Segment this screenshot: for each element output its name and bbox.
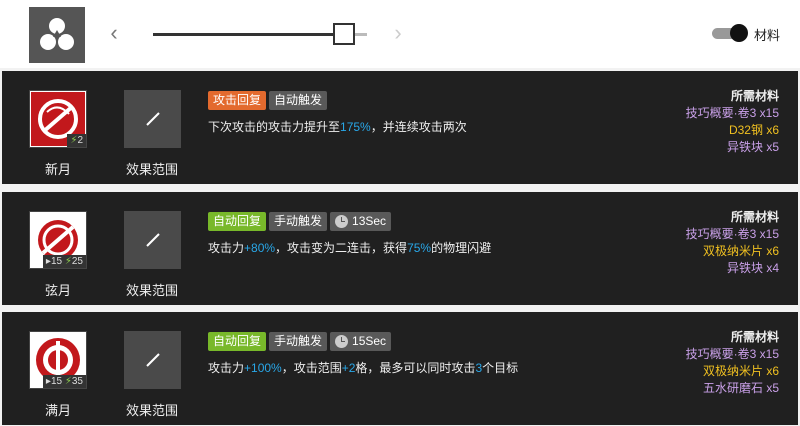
range-slash-icon [145,112,160,126]
range-label: 效果范围 [125,403,178,418]
slider-thumb[interactable] [333,23,355,45]
materials-title: 所需材料 [730,89,779,103]
recovery-tag: 攻击回复 [208,91,267,110]
material-item: D32钢 x6 [728,123,779,137]
desc-highlight: +2 [341,361,356,375]
materials-title: 所需材料 [730,210,779,224]
materials-list: 所需材料 技巧概要·卷3 x15 双极纳米片 x6 异铁块 x4 [686,209,779,277]
material-item: 五水研磨石 x5 [702,381,779,395]
operator-avatar[interactable] [29,7,85,63]
material-item: 技巧概要·卷3 x15 [685,106,779,120]
desc-text: 攻击力 [208,241,245,255]
sp-icon: ⚡ [64,256,72,267]
desc-text: 下次攻击的攻击力提升至 [208,120,341,134]
clock-icon [335,335,349,348]
operator-logo-icon [40,18,74,50]
range-button[interactable] [124,211,181,269]
stat-badge: ▸15 ⚡25 [42,255,86,268]
range-label: 效果范围 [125,162,178,177]
skill-tags: 自动回复 手动触发 13Sec [208,212,392,231]
desc-text: 的物理闪避 [431,241,492,255]
sp-cost: 35 [71,376,83,387]
skill-tags: 攻击回复 自动触发 [208,91,328,110]
skill-description: 攻击力+100%，攻击范围+2格，最多可以同时攻击3个目标 [208,359,518,376]
trigger-tag: 手动触发 [269,212,328,231]
range-label: 效果范围 [125,283,178,298]
skill-description: 攻击力+80%，攻击变为二连击，获得75%的物理闪避 [208,239,491,256]
skill-icon: ▸15 ⚡25 [29,211,87,269]
initial-sp: 15 [50,376,63,387]
desc-highlight: +80% [244,241,276,255]
sp-icon: ⚡ [64,376,72,387]
duration-text: 13Sec [352,214,387,228]
desc-text: ，并连续攻击两次 [370,120,467,134]
duration-tag: 13Sec [330,212,392,231]
stat-badge: ▸15 ⚡35 [42,375,86,388]
material-item: 技巧概要·卷3 x15 [685,227,779,241]
materials-toggle[interactable] [712,24,748,42]
skill-card: ▸15 ⚡25 弦月 效果范围 自动回复 手动触发 13Sec 攻击力+80%，… [2,192,798,305]
sp-cost: 25 [71,256,83,267]
duration-tag: 15Sec [330,332,392,351]
material-item: 异铁块 x5 [726,140,779,154]
skill-icon: ⚡2 [29,90,87,148]
desc-text: ，攻击范围 [281,361,342,375]
skill-name: 新月 [44,162,71,177]
skill-card: ⚡2 新月 效果范围 攻击回复 自动触发 下次攻击的攻击力提升至175%，并连续… [2,71,798,184]
level-slider[interactable] [153,23,367,45]
duration-text: 15Sec [352,334,387,348]
skill-icon: ▸15 ⚡35 [29,331,87,389]
material-item: 双极纳米片 x6 [702,364,779,378]
desc-highlight: +100% [244,361,282,375]
skill-name: 弦月 [44,283,71,298]
stat-badge: ⚡2 [67,134,86,147]
next-arrow-icon[interactable]: › [390,22,406,44]
desc-text: 格，最多可以同时攻击 [355,361,476,375]
top-bar: ‹ › 材料 [0,0,800,68]
initial-sp: 15 [50,256,63,267]
range-slash-icon [145,353,160,367]
material-item: 异铁块 x4 [726,261,779,275]
slider-fill [153,33,335,36]
skill-tags: 自动回复 手动触发 15Sec [208,332,392,351]
clock-icon [335,215,349,228]
desc-text: 攻击力 [208,361,245,375]
skill-card: ▸15 ⚡35 满月 效果范围 自动回复 手动触发 15Sec 攻击力+100%… [2,312,798,425]
trigger-tag: 自动触发 [269,91,328,110]
skill-description: 下次攻击的攻击力提升至175%，并连续攻击两次 [208,118,467,135]
sp-cost: 2 [77,135,83,146]
desc-text: 个目标 [482,361,519,375]
toggle-knob [730,24,748,42]
range-slash-icon [145,233,160,247]
range-button[interactable] [124,331,181,389]
skill-name: 满月 [44,403,71,418]
trigger-tag: 手动触发 [269,332,328,351]
desc-highlight: 175% [340,120,371,134]
material-item: 技巧概要·卷3 x15 [685,347,779,361]
prev-arrow-icon[interactable]: ‹ [106,22,122,44]
desc-highlight: 75% [407,241,432,255]
desc-text: ，攻击变为二连击，获得 [275,241,408,255]
recovery-tag: 自动回复 [208,212,267,231]
materials-title: 所需材料 [730,330,779,344]
materials-list: 所需材料 技巧概要·卷3 x15 双极纳米片 x6 五水研磨石 x5 [686,329,779,397]
recovery-tag: 自动回复 [208,332,267,351]
materials-list: 所需材料 技巧概要·卷3 x15 D32钢 x6 异铁块 x5 [686,88,779,156]
material-item: 双极纳米片 x6 [702,244,779,258]
toggle-label: 材料 [754,28,781,43]
range-button[interactable] [124,90,181,148]
